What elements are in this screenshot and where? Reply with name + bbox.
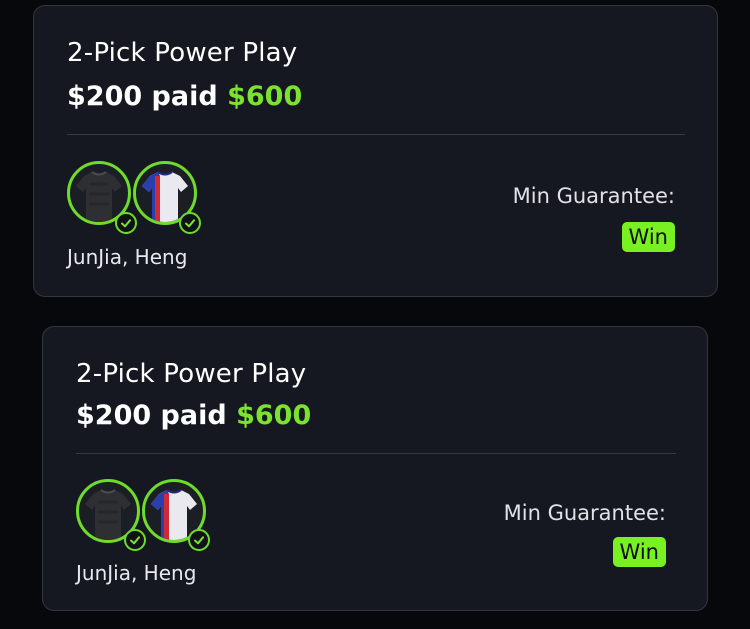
entry-amount: $200 paid $600 xyxy=(67,81,302,112)
min-guarantee-label: Min Guarantee: xyxy=(503,501,666,525)
result-badge: Win xyxy=(621,222,675,252)
entry-card[interactable]: 2-Pick Power Play $200 paid $600 JunJia,… xyxy=(42,326,708,611)
player-names: JunJia, Heng xyxy=(76,561,197,585)
entry-title: 2-Pick Power Play xyxy=(76,359,307,389)
player-avatars xyxy=(76,479,216,553)
payout-amount: $600 xyxy=(236,400,312,431)
player-avatars xyxy=(67,161,207,235)
payout-amount: $600 xyxy=(227,81,303,112)
paid-amount: $200 paid xyxy=(76,400,227,431)
result-badge: Win xyxy=(612,537,666,567)
check-circle-icon xyxy=(124,529,146,551)
divider xyxy=(76,453,676,454)
player-names: JunJia, Heng xyxy=(67,245,188,269)
entry-amount: $200 paid $600 xyxy=(76,400,311,431)
entry-title: 2-Pick Power Play xyxy=(67,38,298,68)
check-circle-icon xyxy=(115,212,137,234)
min-guarantee-label: Min Guarantee: xyxy=(512,184,675,208)
check-circle-icon xyxy=(188,529,210,551)
check-circle-icon xyxy=(179,212,201,234)
paid-amount: $200 paid xyxy=(67,81,218,112)
divider xyxy=(67,134,685,135)
entry-card[interactable]: 2-Pick Power Play $200 paid $600 JunJia,… xyxy=(33,5,718,297)
